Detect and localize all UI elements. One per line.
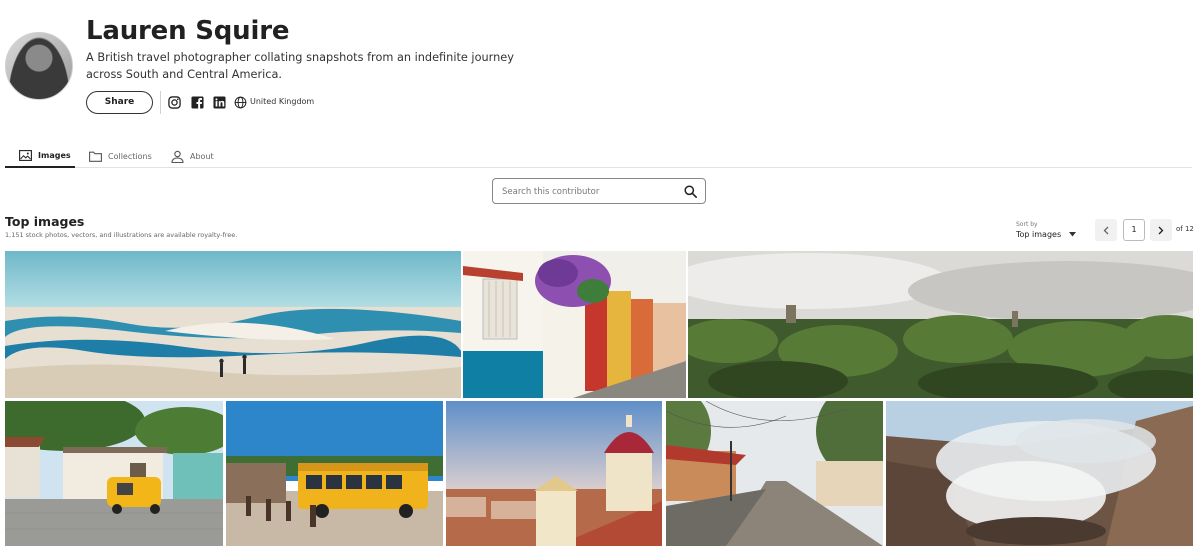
search-icon[interactable] [684, 185, 697, 198]
tab-label: Collections [108, 151, 152, 161]
sort-dropdown[interactable]: Top images [1016, 230, 1077, 239]
jungle-canopy-ruins-photo[interactable] [688, 251, 1193, 398]
folder-icon [89, 151, 102, 162]
cathedral-dome-rooftops-photo[interactable] [446, 401, 662, 546]
desert-dunes-lagoons-photo[interactable] [5, 251, 461, 398]
search-input[interactable] [502, 184, 672, 199]
volcano-crater-smoke-photo[interactable] [886, 401, 1193, 546]
previous-page-button[interactable] [1095, 219, 1117, 241]
share-button[interactable]: Share [86, 91, 153, 114]
search-box [492, 178, 706, 204]
yellow-school-bus-photo[interactable] [226, 401, 443, 546]
sort-value: Top images [1016, 230, 1062, 239]
tab-label: Images [38, 151, 71, 160]
caret-down-icon [1069, 232, 1077, 237]
facebook-icon[interactable] [191, 96, 204, 109]
person-icon [171, 150, 184, 163]
instagram-icon[interactable] [168, 96, 181, 109]
tab-images[interactable]: Images [5, 145, 75, 168]
section-title: Top images [5, 214, 85, 229]
page-number-input[interactable]: 1 [1123, 219, 1145, 241]
contributor-bio: A British travel photographer collating … [86, 51, 514, 81]
country-label: United Kingdom [250, 97, 315, 106]
tab-about[interactable]: About [171, 145, 214, 167]
section-subtitle: 1,151 stock photos, vectors, and illustr… [5, 231, 238, 239]
chevron-right-icon [1158, 226, 1164, 234]
chevron-left-icon [1103, 226, 1109, 234]
tab-bar: Images Collections About [5, 145, 1192, 168]
cobbled-street-lights-photo[interactable] [666, 401, 883, 546]
tab-label: About [190, 151, 214, 161]
divider [160, 91, 161, 114]
yellow-tuktuk-house-photo[interactable] [5, 401, 223, 546]
tab-collections[interactable]: Collections [89, 145, 152, 167]
contributor-name: Lauren Squire [86, 16, 290, 46]
image-icon [19, 150, 32, 161]
avatar [5, 32, 73, 100]
globe-icon [234, 96, 247, 109]
sort-label: Sort by [1016, 221, 1038, 228]
colonial-street-flowers-photo[interactable] [463, 251, 686, 398]
next-page-button[interactable] [1150, 219, 1172, 241]
page-count: of 12 [1176, 225, 1194, 233]
linkedin-icon[interactable] [213, 96, 226, 109]
